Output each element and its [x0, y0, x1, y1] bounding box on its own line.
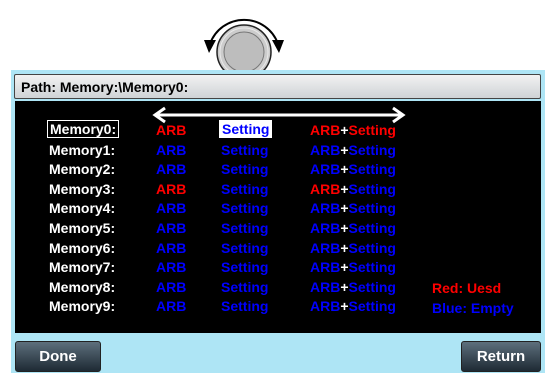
arb-setting-arb-part: ARB [310, 278, 341, 295]
setting-slot[interactable]: Setting [221, 298, 268, 314]
memory-name[interactable]: Memory2: [49, 161, 115, 177]
arb-slot[interactable]: ARB [156, 122, 186, 138]
arb-setting-setting-part: Setting [348, 239, 396, 256]
setting-slot[interactable]: Setting [221, 240, 268, 256]
instrument-screen: Path: Memory:\Memory0: Memory0: ARB Settin… [11, 70, 545, 373]
arb-setting-arb-part: ARB [310, 141, 341, 158]
arb-setting-setting-part: Setting [348, 122, 396, 138]
memory-name[interactable]: Memory5: [49, 220, 115, 236]
arb-setting-setting-part: Setting [348, 141, 396, 158]
legend-empty-text: Blue: Empty [432, 300, 514, 316]
memory-name[interactable]: Memory7: [49, 259, 115, 275]
arb-slot[interactable]: ARB [156, 181, 186, 197]
plus-sign: + [340, 259, 349, 276]
memory-name[interactable]: Memory1: [49, 142, 115, 158]
plus-sign: + [340, 122, 349, 138]
memory-row[interactable]: Memory5: ARB Setting ARB+Setting [15, 219, 541, 239]
memory-name[interactable]: Memory0: [47, 120, 120, 138]
arb-setting-slot[interactable]: ARB+Setting [310, 142, 396, 158]
arb-setting-arb-part: ARB [310, 220, 341, 236]
arb-setting-arb-part: ARB [310, 298, 341, 315]
arb-setting-slot[interactable]: ARB+Setting [310, 240, 396, 256]
arb-setting-arb-part: ARB [310, 161, 341, 178]
plus-sign: + [340, 200, 349, 217]
arb-setting-slot[interactable]: ARB+Setting [310, 122, 396, 138]
arb-slot[interactable]: ARB [156, 298, 186, 314]
setting-slot[interactable]: Setting [221, 181, 268, 197]
memory-row[interactable]: Memory7: ARB Setting ARB+Setting [15, 258, 541, 278]
path-label: Path: Memory:\Memory0: [21, 79, 189, 95]
arb-setting-slot[interactable]: ARB+Setting [310, 298, 396, 314]
path-bar: Path: Memory:\Memory0: [14, 74, 541, 99]
plus-sign: + [340, 141, 349, 158]
memory-row[interactable]: Memory4: ARB Setting ARB+Setting [15, 199, 541, 219]
memory-name[interactable]: Memory4: [49, 200, 115, 216]
arb-setting-slot[interactable]: ARB+Setting [310, 200, 396, 216]
arb-slot[interactable]: ARB [156, 259, 186, 275]
arb-slot[interactable]: ARB [156, 240, 186, 256]
arb-setting-setting-part: Setting [348, 161, 396, 178]
setting-slot[interactable]: Setting [221, 279, 268, 295]
arb-setting-setting-part: Setting [348, 278, 396, 295]
legend-used: Red: Uesd [432, 280, 501, 296]
scroll-knob-icon[interactable] [196, 6, 292, 80]
memory-row[interactable]: Memory1: ARB Setting ARB+Setting [15, 141, 541, 161]
setting-slot[interactable]: Setting [221, 142, 268, 158]
arb-setting-slot[interactable]: ARB+Setting [310, 259, 396, 275]
arb-setting-setting-part: Setting [348, 200, 396, 217]
arb-setting-setting-part: Setting [348, 220, 396, 236]
return-button[interactable]: Return [461, 341, 541, 372]
arb-setting-arb-part: ARB [310, 180, 341, 197]
arb-setting-arb-part: ARB [310, 259, 341, 276]
memory-row[interactable]: Memory0: ARB Setting ARB+Setting [15, 120, 541, 141]
arb-slot[interactable]: ARB [156, 279, 186, 295]
legend-used-text: Red: Uesd [432, 280, 502, 296]
memory-panel: Memory0: ARB Setting ARB+Setting Memory1: ARB… [15, 101, 541, 333]
arb-setting-arb-part: ARB [310, 200, 341, 217]
memory-name[interactable]: Memory3: [49, 181, 115, 197]
plus-sign: + [340, 220, 349, 236]
memory-row[interactable]: Memory6: ARB Setting ARB+Setting [15, 239, 541, 259]
memory-name[interactable]: Memory9: [49, 298, 115, 314]
plus-sign: + [340, 180, 349, 197]
setting-slot[interactable]: Setting [221, 161, 268, 177]
memory-name[interactable]: Memory8: [49, 279, 115, 295]
arb-slot[interactable]: ARB [156, 161, 186, 177]
memory-row[interactable]: Memory2: ARB Setting ARB+Setting [15, 160, 541, 180]
setting-slot[interactable]: Setting [221, 259, 268, 275]
arb-setting-arb-part: ARB [310, 122, 341, 138]
plus-sign: + [340, 161, 349, 178]
memory-name[interactable]: Memory6: [49, 240, 115, 256]
arb-slot[interactable]: ARB [156, 200, 186, 216]
arb-setting-setting-part: Setting [348, 298, 396, 315]
plus-sign: + [340, 239, 349, 256]
arb-setting-slot[interactable]: ARB+Setting [310, 181, 396, 197]
memory-row[interactable]: Memory3: ARB Setting ARB+Setting [15, 180, 541, 200]
plus-sign: + [340, 298, 349, 315]
arb-setting-slot[interactable]: ARB+Setting [310, 220, 396, 236]
arb-slot[interactable]: ARB [156, 220, 186, 236]
plus-sign: + [340, 278, 349, 295]
setting-slot[interactable]: Setting [221, 200, 268, 216]
setting-slot[interactable]: Setting [219, 120, 273, 138]
return-button-label: Return [476, 348, 526, 365]
arb-setting-setting-part: Setting [348, 180, 396, 197]
setting-slot[interactable]: Setting [221, 220, 268, 236]
done-button[interactable]: Done [15, 341, 101, 372]
arb-setting-slot[interactable]: ARB+Setting [310, 279, 396, 295]
arb-setting-setting-part: Setting [348, 259, 396, 276]
legend-empty: Blue: Empty [432, 300, 514, 316]
arb-slot[interactable]: ARB [156, 142, 186, 158]
done-button-label: Done [39, 348, 77, 365]
arb-setting-arb-part: ARB [310, 239, 341, 256]
arb-setting-slot[interactable]: ARB+Setting [310, 161, 396, 177]
